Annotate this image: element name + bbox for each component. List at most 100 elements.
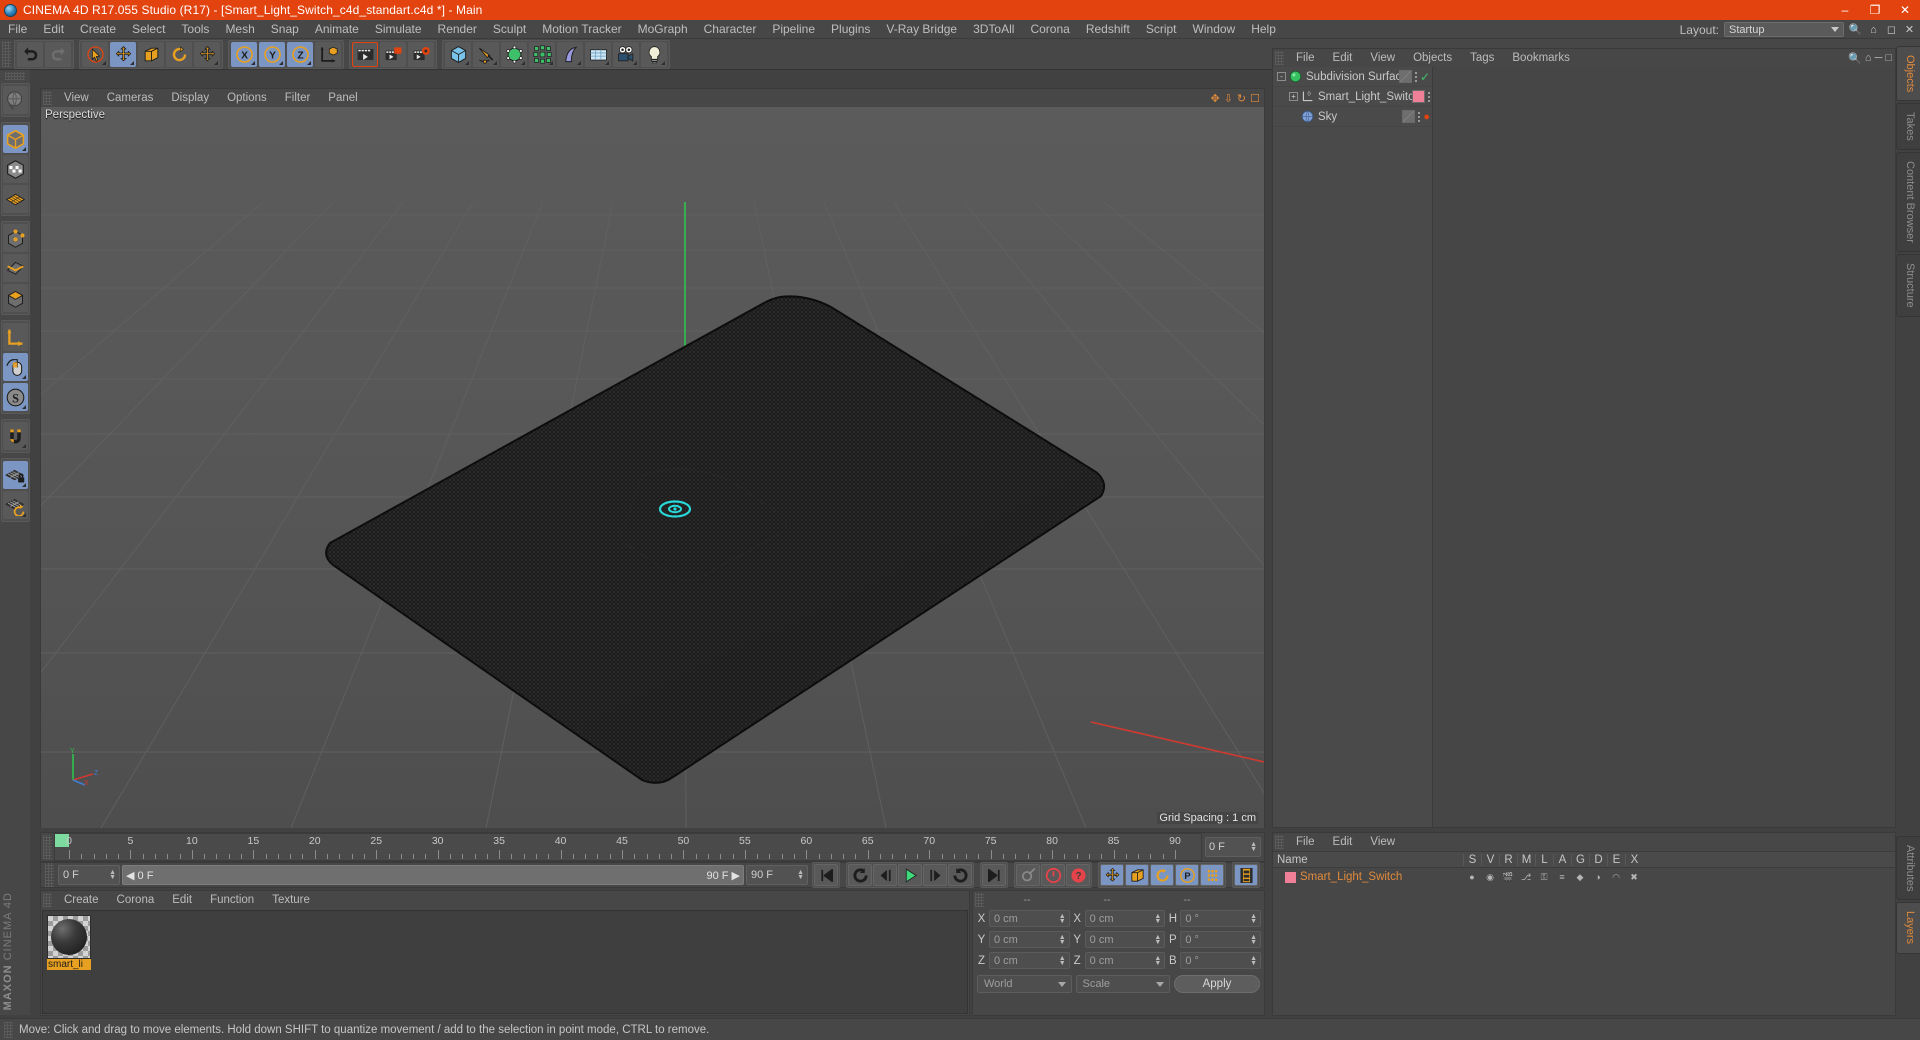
- spinner-icon[interactable]: ▲ ▼: [1250, 955, 1257, 967]
- mograph-cloner-button[interactable]: [529, 41, 555, 67]
- menu-item-corona[interactable]: Corona: [1022, 20, 1077, 39]
- side-tab-attributes[interactable]: Attributes: [1896, 836, 1920, 901]
- menu-item-plugins[interactable]: Plugins: [823, 20, 878, 39]
- object-row[interactable]: +0 Smart_Light_Switch: [1273, 87, 1432, 107]
- object-tag-swatch[interactable]: [1412, 90, 1425, 103]
- lock-z-button[interactable]: Z: [287, 41, 313, 67]
- material-item[interactable]: smart_li: [47, 915, 91, 970]
- cube-primitive-button[interactable]: [445, 41, 471, 67]
- viewport-menu-filter[interactable]: Filter: [276, 89, 320, 107]
- viewport-menu-options[interactable]: Options: [218, 89, 276, 107]
- lock-workplane-button[interactable]: [2, 461, 28, 489]
- menu-item-tools[interactable]: Tools: [173, 20, 217, 39]
- key-position-button[interactable]: [1100, 864, 1124, 886]
- end-frame-field[interactable]: 90 F ▲ ▼: [746, 865, 808, 885]
- menu-item-select[interactable]: Select: [124, 20, 173, 39]
- coordinate-input-size[interactable]: 0 cm ▲ ▼: [1084, 931, 1166, 948]
- make-editable-button[interactable]: [2, 86, 28, 114]
- layout-select[interactable]: Startup: [1724, 22, 1844, 37]
- menu-item-snap[interactable]: Snap: [263, 20, 307, 39]
- live-selection-button[interactable]: [82, 41, 108, 67]
- left-toolbar-grip[interactable]: [5, 72, 25, 80]
- spinner-icon[interactable]: ▲ ▼: [797, 869, 804, 881]
- menu-item-create[interactable]: Create: [72, 20, 124, 39]
- object-manager-menu-tags[interactable]: Tags: [1461, 49, 1503, 67]
- coordinate-input-position[interactable]: 0 cm ▲ ▼: [989, 910, 1070, 927]
- menu-item-file[interactable]: File: [0, 20, 35, 39]
- playbar-grip[interactable]: [45, 863, 54, 887]
- layer-row[interactable]: Smart_Light_Switch ● ◉ 🎬 ⎇ ⚿ ≡ ◆ ◑ ◠ ✖: [1273, 868, 1895, 886]
- side-tab-layers[interactable]: Layers: [1896, 902, 1920, 954]
- menu-item-animate[interactable]: Animate: [307, 20, 367, 39]
- move-view-icon[interactable]: ✥: [1210, 92, 1219, 105]
- twirl-toggle-icon[interactable]: +: [1289, 92, 1298, 101]
- layers-column-G[interactable]: G: [1571, 853, 1589, 866]
- menu-item-v-ray-bridge[interactable]: V-Ray Bridge: [878, 20, 965, 39]
- model-mode-button[interactable]: [2, 125, 28, 153]
- lock-y-button[interactable]: Y: [259, 41, 285, 67]
- layer-toggle-E[interactable]: ◠: [1607, 872, 1625, 883]
- subdivision-surface-button[interactable]: [501, 41, 527, 67]
- minimize-icon[interactable]: ─: [1875, 52, 1883, 64]
- object-manager-menu-edit[interactable]: Edit: [1324, 49, 1362, 67]
- layer-color-swatch[interactable]: [1285, 871, 1296, 883]
- material-thumbnail[interactable]: [47, 915, 91, 959]
- world-object-coords-button[interactable]: [315, 41, 341, 67]
- maximize-button[interactable]: ❐: [1860, 0, 1890, 20]
- camera-button[interactable]: [613, 41, 639, 67]
- menu-item-mograph[interactable]: MoGraph: [630, 20, 696, 39]
- spinner-icon[interactable]: ▲ ▼: [1059, 955, 1066, 967]
- object-tree[interactable]: - Subdivision Surface ✓ +0 Smart_Light_Switc…: [1273, 67, 1433, 827]
- layers-column-V[interactable]: V: [1481, 853, 1499, 866]
- material-manager-grip[interactable]: [43, 893, 52, 907]
- menu-item-mesh[interactable]: Mesh: [217, 20, 262, 39]
- coordinate-input-size[interactable]: 0 cm ▲ ▼: [1084, 952, 1166, 969]
- home-icon[interactable]: ⌂: [1865, 52, 1872, 64]
- material-list[interactable]: smart_li: [42, 910, 968, 1014]
- expand-icon[interactable]: □: [1885, 52, 1892, 64]
- previous-frame-button[interactable]: [873, 864, 897, 886]
- menu-item-sculpt[interactable]: Sculpt: [485, 20, 534, 39]
- object-tag-swatch[interactable]: [1398, 70, 1412, 83]
- floor-environment-button[interactable]: [585, 41, 611, 67]
- go-to-start-button[interactable]: [814, 864, 838, 886]
- menu-item-pipeline[interactable]: Pipeline: [764, 20, 823, 39]
- side-tab-structure[interactable]: Structure: [1896, 253, 1920, 317]
- object-manager-menu-view[interactable]: View: [1361, 49, 1404, 67]
- redo-button[interactable]: [45, 41, 71, 67]
- search-icon[interactable]: 🔍: [1848, 52, 1862, 65]
- timeline-grip[interactable]: [43, 835, 52, 859]
- uv-polygon-mode-button[interactable]: [2, 185, 28, 213]
- viewport-solo-button[interactable]: [2, 353, 28, 381]
- next-frame-button[interactable]: [923, 864, 947, 886]
- key-parameter-button[interactable]: P: [1175, 864, 1199, 886]
- layers-column-X[interactable]: X: [1625, 853, 1643, 866]
- layer-toggle-R[interactable]: 🎬: [1499, 872, 1517, 883]
- close-button[interactable]: ✕: [1890, 0, 1920, 20]
- viewport-canvas[interactable]: Perspective Grid Spacing : 1 cm Y Z X: [41, 107, 1264, 828]
- timeline-ruler[interactable]: 0 5 10 15 20 25 30 35 40 45 50 55 60 65 70 75 80 85 90: [54, 833, 1202, 861]
- coordinate-input-position[interactable]: 0 cm ▲ ▼: [989, 952, 1070, 969]
- key-rotation-button[interactable]: [1150, 864, 1174, 886]
- side-tab-takes[interactable]: Takes: [1896, 103, 1920, 151]
- layer-toggle-X[interactable]: ✖: [1625, 872, 1643, 883]
- spinner-icon[interactable]: ▲ ▼: [1059, 934, 1066, 946]
- point-mode-button[interactable]: [2, 224, 28, 252]
- close-layout-icon[interactable]: ✕: [1903, 23, 1916, 36]
- render-region-button[interactable]: [380, 41, 406, 67]
- move-button[interactable]: [110, 41, 136, 67]
- spinner-icon[interactable]: ▲ ▼: [1059, 913, 1066, 925]
- layers-menu-view[interactable]: View: [1361, 833, 1404, 851]
- object-tag-area[interactable]: [1433, 67, 1895, 827]
- coordinates-grip[interactable]: [975, 892, 984, 907]
- spinner-icon[interactable]: ▲ ▼: [1154, 934, 1161, 946]
- search-icon[interactable]: 🔍: [1849, 23, 1863, 36]
- light-button[interactable]: [641, 41, 667, 67]
- render-settings-button[interactable]: [408, 41, 434, 67]
- twirl-toggle-icon[interactable]: -: [1277, 72, 1286, 81]
- menu-item-window[interactable]: Window: [1185, 20, 1244, 39]
- autokeying-button[interactable]: [1016, 864, 1040, 886]
- move-duplicate-button[interactable]: [194, 41, 220, 67]
- spinner-icon[interactable]: ▲ ▼: [1250, 934, 1257, 946]
- timeline-frame-field[interactable]: 0 F ▲ ▼: [1205, 837, 1261, 857]
